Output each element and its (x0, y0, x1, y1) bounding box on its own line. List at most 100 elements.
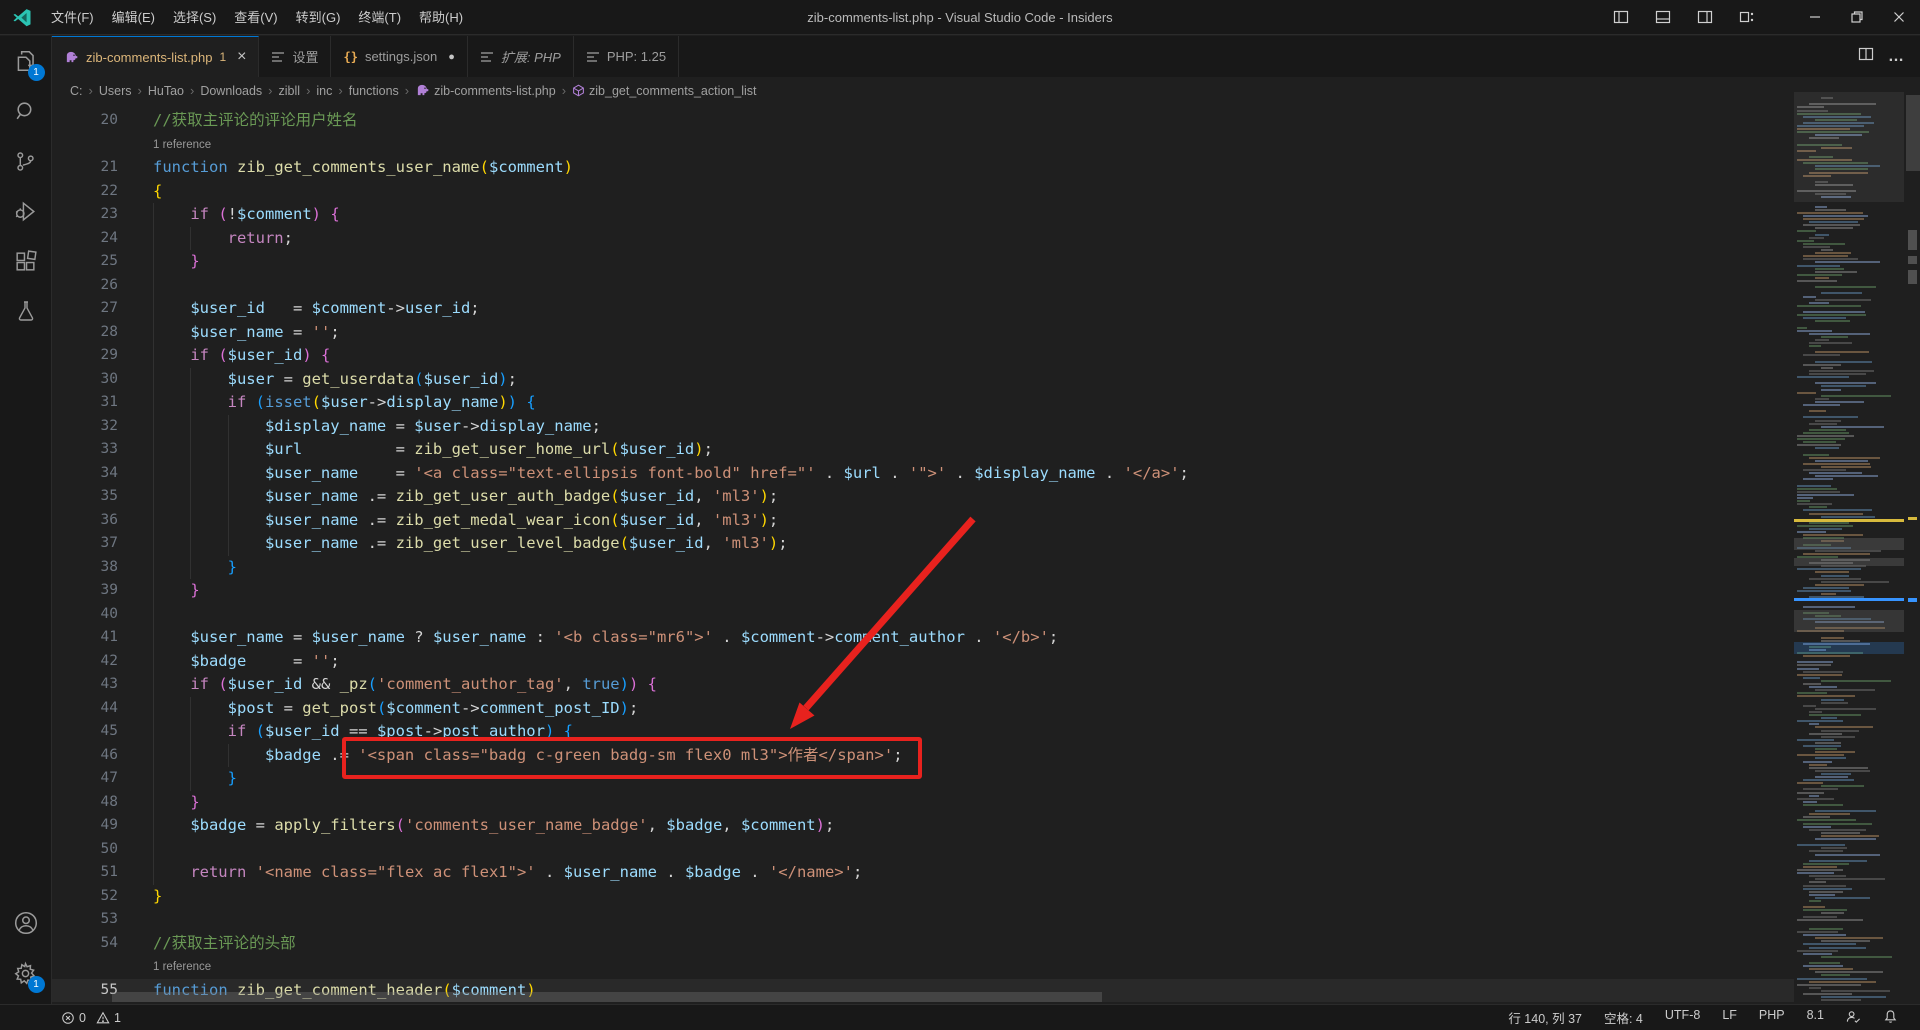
breadcrumb-item[interactable]: zibll (277, 83, 303, 99)
breadcrumb-item[interactable]: zib_get_comments_action_list (570, 83, 758, 99)
code-line-37[interactable]: 37 $user_name .= zib_get_user_level_badg… (52, 532, 1794, 556)
code-line-24[interactable]: 24 return; (52, 227, 1794, 251)
line-number[interactable]: 52 (52, 885, 118, 909)
tab-close-icon[interactable]: × (237, 49, 246, 65)
breadcrumb-item[interactable]: zib-comments-list.php (413, 83, 558, 99)
line-number[interactable]: 43 (52, 673, 118, 697)
breadcrumb-item[interactable]: C: (68, 83, 85, 99)
code-line-31[interactable]: 31 if (isset($user->display_name)) { (52, 391, 1794, 415)
minimize-button[interactable] (1794, 0, 1836, 35)
status-item[interactable]: 行 140, 列 37 (1508, 1008, 1582, 1027)
line-number[interactable]: 40 (52, 603, 118, 627)
line-number[interactable]: 35 (52, 485, 118, 509)
line-number[interactable]: 51 (52, 861, 118, 885)
line-number[interactable]: 54 (52, 932, 118, 956)
line-number[interactable]: 48 (52, 791, 118, 815)
line-number[interactable]: 27 (52, 297, 118, 321)
line-number[interactable]: 33 (52, 438, 118, 462)
code-line-34[interactable]: 34 $user_name = '<a class="text-ellipsis… (52, 462, 1794, 486)
split-editor-icon[interactable] (1858, 46, 1874, 67)
line-number[interactable]: 28 (52, 321, 118, 345)
activity-run-debug-icon[interactable] (0, 186, 52, 236)
activity-source-control-icon[interactable] (0, 136, 52, 186)
line-number[interactable]: 49 (52, 814, 118, 838)
line-number[interactable]: 34 (52, 462, 118, 486)
code-line-39[interactable]: 39 } (52, 579, 1794, 603)
activity-testing-icon[interactable] (0, 286, 52, 336)
line-number[interactable]: 55 (52, 979, 118, 1003)
line-number[interactable]: 20 (52, 109, 118, 133)
line-number[interactable]: 47 (52, 767, 118, 791)
line-number[interactable]: 26 (52, 274, 118, 298)
status-item[interactable]: LF (1722, 1008, 1737, 1027)
line-number[interactable]: 29 (52, 344, 118, 368)
activity-search-icon[interactable] (0, 86, 52, 136)
line-number[interactable]: 36 (52, 509, 118, 533)
code-line-46[interactable]: 46 $badge .= '<span class="badg c-green … (52, 744, 1794, 768)
code-editor[interactable]: 20//获取主评论的评论用户姓名1 reference21function zi… (52, 104, 1794, 1004)
code-line-26[interactable]: 26 (52, 274, 1794, 298)
vertical-scrollbar[interactable] (1906, 95, 1920, 171)
menu-item[interactable]: 文件(F) (42, 6, 103, 29)
minimap[interactable] (1794, 90, 1904, 1004)
code-line-30[interactable]: 30 $user = get_userdata($user_id); (52, 368, 1794, 392)
menu-item[interactable]: 帮助(H) (410, 6, 472, 29)
line-number[interactable]: 30 (52, 368, 118, 392)
code-line-20[interactable]: 20//获取主评论的评论用户姓名 (52, 109, 1794, 133)
line-number[interactable]: 39 (52, 579, 118, 603)
code-line-32[interactable]: 32 $display_name = $user->display_name; (52, 415, 1794, 439)
status-item[interactable]: UTF-8 (1665, 1008, 1700, 1027)
feedback-icon[interactable] (1846, 1009, 1861, 1027)
tab-PHP[interactable]: 扩展: PHP (468, 36, 574, 77)
customize-layout-icon[interactable] (1726, 0, 1768, 35)
line-number[interactable]: 32 (52, 415, 118, 439)
activity-settings-icon[interactable]: 1 (0, 948, 52, 998)
code-line-23[interactable]: 23 if (!$comment) { (52, 203, 1794, 227)
menu-item[interactable]: 编辑(E) (103, 6, 164, 29)
codelens[interactable]: 1 reference (52, 955, 1794, 979)
line-number[interactable]: 24 (52, 227, 118, 251)
codelens[interactable]: 1 reference (52, 133, 1794, 157)
codelens-label[interactable]: 1 reference (153, 133, 211, 157)
code-line-47[interactable]: 47 } (52, 767, 1794, 791)
notifications-bell-icon[interactable] (1883, 1009, 1898, 1027)
codelens-label[interactable]: 1 reference (153, 955, 211, 979)
status-item[interactable]: PHP (1759, 1008, 1785, 1027)
breadcrumb-item[interactable]: Downloads (198, 83, 264, 99)
code-line-52[interactable]: 52} (52, 885, 1794, 909)
activity-extensions-icon[interactable] (0, 236, 52, 286)
horizontal-scrollbar[interactable] (112, 992, 1102, 1002)
tab-settings.json[interactable]: {}settings.json● (331, 36, 467, 77)
code-line-22[interactable]: 22{ (52, 180, 1794, 204)
line-number[interactable]: 41 (52, 626, 118, 650)
problems-indicator[interactable]: 0 1 (56, 1011, 126, 1025)
activity-accounts-icon[interactable] (0, 898, 52, 948)
line-number[interactable]: 22 (52, 180, 118, 204)
line-number[interactable]: 50 (52, 838, 118, 862)
line-number[interactable]: 53 (52, 908, 118, 932)
line-number[interactable]: 21 (52, 156, 118, 180)
code-line-50[interactable]: 50 (52, 838, 1794, 862)
restore-button[interactable] (1836, 0, 1878, 35)
code-line-38[interactable]: 38 } (52, 556, 1794, 580)
menu-item[interactable]: 终端(T) (349, 6, 410, 29)
tab-zibcommentslist.php[interactable]: zib-comments-list.php1× (52, 36, 259, 77)
menu-item[interactable]: 查看(V) (225, 6, 286, 29)
toggle-secondary-sidebar-icon[interactable] (1684, 0, 1726, 35)
line-number[interactable]: 45 (52, 720, 118, 744)
code-line-49[interactable]: 49 $badge = apply_filters('comments_user… (52, 814, 1794, 838)
code-line-53[interactable]: 53 (52, 908, 1794, 932)
status-item[interactable]: 8.1 (1807, 1008, 1824, 1027)
breadcrumb-item[interactable]: HuTao (146, 83, 186, 99)
code-line-29[interactable]: 29 if ($user_id) { (52, 344, 1794, 368)
menu-item[interactable]: 转到(G) (287, 6, 350, 29)
code-line-41[interactable]: 41 $user_name = $user_name ? $user_name … (52, 626, 1794, 650)
tab-PHP1.25[interactable]: PHP: 1.25 (574, 36, 679, 77)
code-line-25[interactable]: 25 } (52, 250, 1794, 274)
line-number[interactable]: 31 (52, 391, 118, 415)
code-line-54[interactable]: 54//获取主评论的头部 (52, 932, 1794, 956)
code-line-51[interactable]: 51 return '<name class="flex ac flex1">'… (52, 861, 1794, 885)
more-actions-icon[interactable]: … (1888, 48, 1906, 66)
breadcrumb-item[interactable]: Users (97, 83, 134, 99)
code-line-43[interactable]: 43 if ($user_id && _pz('comment_author_t… (52, 673, 1794, 697)
